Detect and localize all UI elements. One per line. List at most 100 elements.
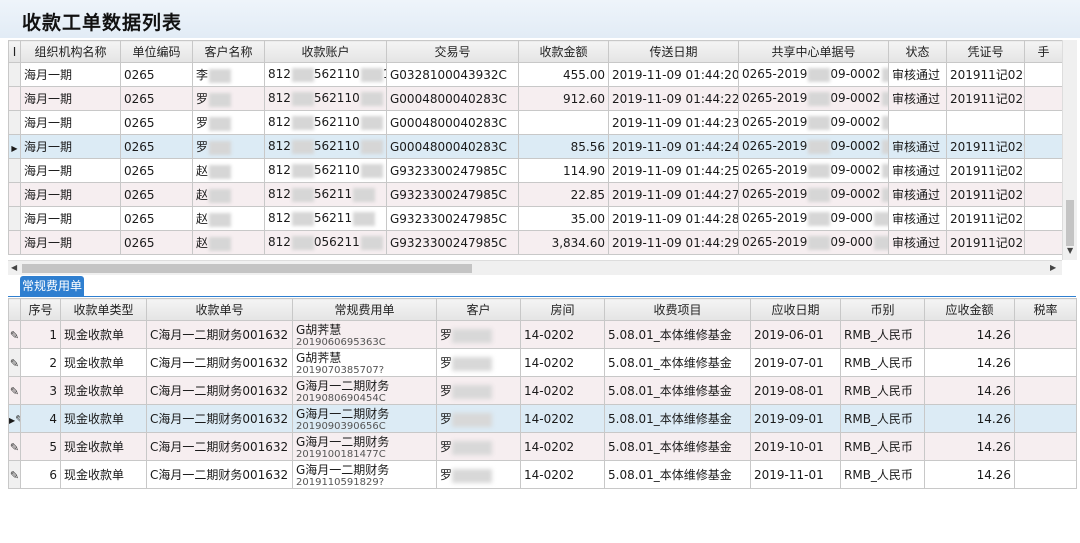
cell-fee-doc[interactable]: G海月一二期财务 2019090390656C (292, 404, 437, 433)
table-row[interactable]: ▶✎4现金收款单C海月一二期财务001632G海月一二期财务2019090390… (8, 404, 1077, 433)
cell-hand[interactable] (1024, 134, 1063, 159)
cell-tax[interactable] (1014, 432, 1077, 461)
scroll-right-icon[interactable]: ▶ (1050, 263, 1056, 272)
table-row[interactable]: ▶ 海月一期 0265 罗 812 562110 G0004800040283C 85.56 2… (8, 134, 1063, 159)
cell-status[interactable]: 审核通过 (888, 86, 947, 111)
cell-voucher[interactable]: 201911记02956 (946, 182, 1025, 207)
cell-customer[interactable]: 罗 (436, 320, 521, 349)
cell-currency[interactable]: RMB_人民币 (840, 404, 925, 433)
cell-txn[interactable]: G9323300247985C (386, 206, 519, 231)
cell-date[interactable]: 2019-11-09 01:44:20 (608, 62, 739, 87)
cell-code[interactable]: 0265 (120, 158, 193, 183)
top-vertical-scrollbar[interactable]: ▼ (1062, 40, 1077, 260)
row-selector[interactable]: ✎ (8, 376, 21, 405)
cell-customer[interactable]: 罗 (436, 348, 521, 377)
row-selector[interactable]: ✎ (8, 320, 21, 349)
row-selector[interactable] (8, 158, 21, 183)
cell-cust[interactable]: 罗 (192, 134, 265, 159)
cell-txn[interactable]: G0004800040283C (386, 86, 519, 111)
cell-amount[interactable]: 912.60 (518, 86, 609, 111)
cell-type[interactable]: 现金收款单 (60, 348, 147, 377)
cell-acct[interactable]: 812 562110 1 (264, 62, 387, 87)
cell-receipt-no[interactable]: C海月一二期财务001632 (146, 320, 293, 349)
cell-date[interactable]: 2019-11-09 01:44:29 (608, 230, 739, 255)
table-row[interactable]: 海月一期 0265 赵 812 56211 G9323300247985C 35.00 201… (8, 206, 1063, 231)
cell-voucher[interactable] (946, 110, 1025, 135)
cell-receipt-no[interactable]: C海月一二期财务001632 (146, 348, 293, 377)
row-selector[interactable]: ▶ (8, 134, 21, 159)
cell-code[interactable]: 0265 (120, 230, 193, 255)
scroll-down-icon[interactable]: ▼ (1067, 246, 1073, 255)
cell-date[interactable]: 2019-11-09 01:44:22 (608, 86, 739, 111)
table-row[interactable]: 海月一期 0265 赵 812 562110 G9323300247985C 114.90 2… (8, 158, 1063, 183)
cell-tax[interactable] (1014, 460, 1077, 489)
cell-voucher[interactable]: 201911记02914 (946, 134, 1025, 159)
cell-receipt-no[interactable]: C海月一二期财务001632 (146, 404, 293, 433)
cell-status[interactable] (888, 110, 947, 135)
cell-room[interactable]: 14-0202 (520, 348, 605, 377)
cell-acct[interactable]: 812 562110 (264, 158, 387, 183)
cell-acct[interactable]: 812 562110 (264, 134, 387, 159)
cell-currency[interactable]: RMB_人民币 (840, 348, 925, 377)
cell-hand[interactable] (1024, 206, 1063, 231)
cell-currency[interactable]: RMB_人民币 (840, 320, 925, 349)
cell-item[interactable]: 5.08.01_本体维修基金 (604, 460, 751, 489)
cell-due[interactable]: 2019-10-01 (750, 432, 841, 461)
cell-tax[interactable] (1014, 376, 1077, 405)
cell-amount[interactable]: 455.00 (518, 62, 609, 87)
cell-txn[interactable]: G0004800040283C (386, 110, 519, 135)
cell-amt[interactable]: 14.26 (924, 460, 1015, 489)
cell-tax[interactable] (1014, 320, 1077, 349)
cell-status[interactable]: 审核通过 (888, 206, 947, 231)
cell-hand[interactable] (1024, 110, 1063, 135)
col-txn[interactable]: 交易号 (386, 40, 519, 63)
cell-seq[interactable]: 3 (20, 376, 61, 405)
cell-currency[interactable]: RMB_人民币 (840, 460, 925, 489)
col-fee-doc[interactable]: 常规费用单 (292, 298, 437, 321)
cell-item[interactable]: 5.08.01_本体维修基金 (604, 432, 751, 461)
cell-amt[interactable]: 14.26 (924, 376, 1015, 405)
cell-code[interactable]: 0265 (120, 62, 193, 87)
col-item[interactable]: 收费项目 (604, 298, 751, 321)
cell-cust[interactable]: 罗 (192, 110, 265, 135)
table-row[interactable]: 海月一期 0265 罗 812 562110 G0004800040283C 912.60 2… (8, 86, 1063, 111)
table-row[interactable]: 海月一期0265李 812 562110 1G0328100043932C455.00… (8, 62, 1063, 87)
cell-receipt-no[interactable]: C海月一二期财务001632 (146, 460, 293, 489)
cell-txn[interactable]: G0328100043932C (386, 62, 519, 87)
row-selector[interactable] (8, 62, 21, 87)
cell-item[interactable]: 5.08.01_本体维修基金 (604, 348, 751, 377)
cell-acct[interactable]: 812 562110 (264, 110, 387, 135)
cell-customer[interactable]: 罗 (436, 404, 521, 433)
cell-customer[interactable]: 罗 (436, 460, 521, 489)
cell-hand[interactable] (1024, 86, 1063, 111)
cell-status[interactable]: 审核通过 (888, 230, 947, 255)
cell-code[interactable]: 0265 (120, 110, 193, 135)
row-selector[interactable] (8, 182, 21, 207)
cell-status[interactable]: 审核通过 (888, 182, 947, 207)
row-selector[interactable] (8, 206, 21, 231)
col-room[interactable]: 房间 (520, 298, 605, 321)
cell-type[interactable]: 现金收款单 (60, 376, 147, 405)
cell-status[interactable]: 审核通过 (888, 62, 947, 87)
col-seq[interactable]: 序号 (20, 298, 61, 321)
cell-cust[interactable]: 赵 (192, 158, 265, 183)
cell-doc[interactable]: 0265-2019 09-0002 (738, 134, 889, 159)
cell-org[interactable]: 海月一期 (20, 158, 121, 183)
table-row[interactable]: ✎ 5 现金收款单 C海月一二期财务001632 G海月一二期财务 20191001814… (8, 432, 1077, 461)
cell-doc[interactable]: 0265-2019 09-0002 (738, 158, 889, 183)
cell-fee-doc[interactable]: G海月一二期财务 2019080690454C (292, 376, 437, 405)
cell-date[interactable]: 2019-11-09 01:44:23 (608, 110, 739, 135)
cell-org[interactable]: 海月一期 (20, 62, 121, 87)
tab-regular-fee[interactable]: 常规费用单 (20, 276, 84, 296)
cell-amount[interactable]: 114.90 (518, 158, 609, 183)
col-amt[interactable]: 应收金额 (924, 298, 1015, 321)
cell-room[interactable]: 14-0202 (520, 460, 605, 489)
table-row[interactable]: ✎ 1 现金收款单 C海月一二期财务001632 G胡荠慧 2019060695363C 罗… (8, 320, 1077, 349)
cell-date[interactable]: 2019-11-09 01:44:24 (608, 134, 739, 159)
col-doc[interactable]: 共享中心单据号 (738, 40, 889, 63)
cell-org[interactable]: 海月一期 (20, 182, 121, 207)
cell-acct[interactable]: 812 056211 (264, 230, 387, 255)
row-selector[interactable]: ✎ (8, 460, 21, 489)
cell-doc[interactable]: 0265-2019 09-000 (738, 206, 889, 231)
cell-acct[interactable]: 812 56211 (264, 182, 387, 207)
